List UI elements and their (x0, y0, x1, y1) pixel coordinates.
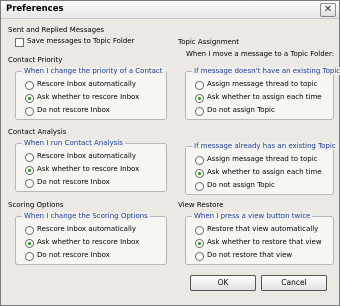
no-topic-group: If message doesn't have an existing Topi… (185, 67, 340, 120)
has-topic-group: If message already has an existing Topic… (185, 142, 338, 195)
radio-button-selected[interactable] (25, 166, 34, 175)
radio-button-selected[interactable] (25, 239, 34, 248)
radio-label: Assign message thread to topic (207, 155, 318, 163)
radio-button[interactable] (25, 153, 34, 162)
title-bar: Preferences ✕ (1, 1, 339, 19)
sent-replied-title: Sent and Replied Messages (8, 26, 105, 34)
radio-button-selected[interactable] (25, 94, 34, 103)
radio-label: Ask whether to assign each time (207, 93, 322, 101)
radio-label: Ask whether to rescore Inbox (37, 165, 140, 173)
radio-label: Do not rescore Inbox (37, 106, 110, 114)
save-to-topic-folder-checkbox[interactable]: Save messages to Topic Folder (15, 37, 165, 47)
contact-priority-group: When I change the priority of a Contact … (15, 67, 167, 120)
scoring-options-group: When I change the Scoring Options Rescor… (15, 212, 167, 265)
radio-button[interactable] (195, 156, 204, 165)
group-label: When I run Contact Analysis (22, 139, 125, 147)
group-label: When I press a view button twice (192, 212, 313, 220)
radio-label: Do not assign Topic (207, 181, 275, 189)
radio-label: Do not restore that view (207, 251, 293, 259)
radio-label: Assign message thread to topic (207, 80, 318, 88)
topic-assignment-title: Topic Assignment (178, 38, 240, 46)
radio-label: Do not assign Topic (207, 106, 275, 114)
radio-label: Restore that view automatically (207, 225, 319, 233)
radio-button[interactable] (25, 226, 34, 235)
group-label: If message already has an existing Topic (192, 142, 338, 150)
ok-button[interactable]: OK (190, 275, 256, 291)
radio-label: Rescore Inbox automatically (37, 80, 136, 88)
radio-button[interactable] (195, 81, 204, 90)
cancel-button[interactable]: Cancel (261, 275, 327, 291)
group-label: If message doesn't have an existing Topi… (192, 67, 340, 75)
radio-button[interactable] (195, 107, 204, 116)
contact-analysis-title: Contact Analysis (8, 128, 67, 136)
dialog-title: Preferences (6, 4, 64, 14)
radio-label: Do not rescore Inbox (37, 251, 110, 259)
group-label: When I change the Scoring Options (22, 212, 150, 220)
radio-button[interactable] (195, 182, 204, 191)
contact-analysis-group: When I run Contact Analysis Rescore Inbo… (15, 139, 167, 192)
radio-button-selected[interactable] (195, 94, 204, 103)
topic-assignment-subtitle: When I move a message to a Topic Folder: (186, 50, 335, 58)
close-icon: ✕ (323, 4, 333, 15)
close-button[interactable]: ✕ (320, 3, 336, 17)
radio-label: Rescore Inbox automatically (37, 225, 136, 233)
checkbox-box[interactable] (15, 38, 24, 47)
radio-button[interactable] (25, 252, 34, 261)
view-restore-title: View Restore (178, 201, 224, 209)
radio-label: Do not rescore Inbox (37, 178, 110, 186)
radio-button[interactable] (195, 252, 204, 261)
radio-label: Ask whether to assign each time (207, 168, 322, 176)
scoring-options-title: Scoring Options (8, 201, 64, 209)
radio-label: Ask whether to rescore Inbox (37, 238, 140, 246)
radio-button[interactable] (25, 107, 34, 116)
radio-button[interactable] (195, 226, 204, 235)
radio-label: Rescore Inbox automatically (37, 152, 136, 160)
radio-button-selected[interactable] (195, 169, 204, 178)
radio-label: Ask whether to restore that view (207, 238, 322, 246)
contact-priority-title: Contact Priority (8, 56, 63, 64)
radio-button-selected[interactable] (195, 239, 204, 248)
group-label: When I change the priority of a Contact (22, 67, 165, 75)
preferences-dialog: Preferences ✕ Sent and Replied Messages … (0, 0, 340, 306)
radio-button[interactable] (25, 81, 34, 90)
radio-label: Ask whether to rescore Inbox (37, 93, 140, 101)
radio-button[interactable] (25, 179, 34, 188)
view-restore-group: When I press a view button twice Restore… (185, 212, 334, 265)
checkbox-label: Save messages to Topic Folder (27, 37, 135, 45)
